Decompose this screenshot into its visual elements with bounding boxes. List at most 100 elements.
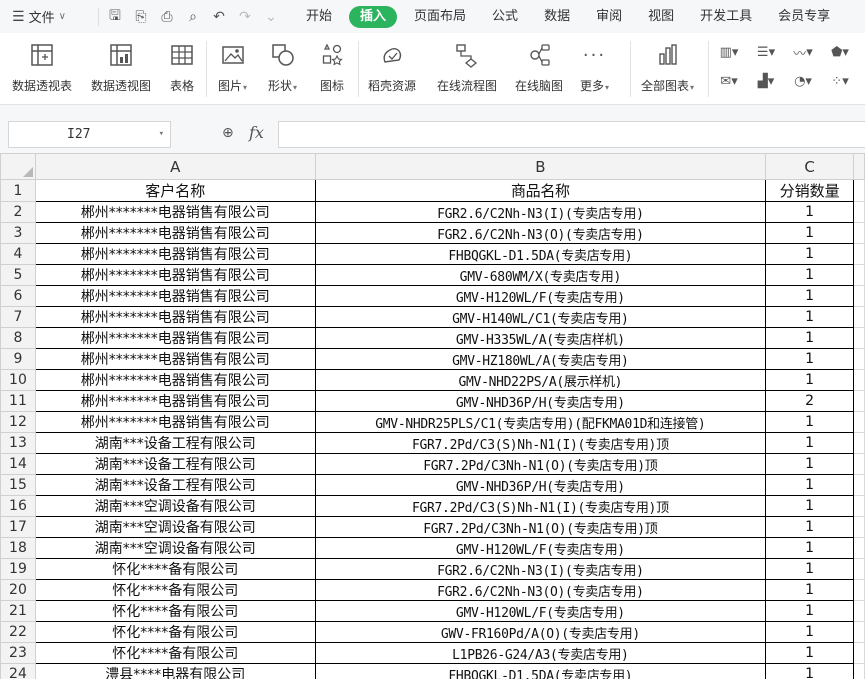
name-box[interactable]: I27 ▾ (8, 121, 171, 148)
icon-button[interactable]: 图标 (318, 41, 346, 94)
column-chart-icon[interactable]: ▥ ▾ (714, 42, 744, 62)
cell-product-name[interactable]: GMV-680WM/X(专卖店专用) (314, 264, 767, 286)
row-header[interactable]: 6 (0, 285, 36, 307)
cell-empty[interactable] (853, 453, 865, 475)
cell-customer-name[interactable]: 湖南***空调设备有限公司 (34, 495, 316, 517)
cell-customer-name[interactable]: 郴州*******电器销售有限公司 (34, 285, 316, 307)
row-header[interactable]: 15 (0, 474, 36, 496)
more-button[interactable]: ··· 更多▾ (580, 41, 609, 94)
zoom-search-icon[interactable]: ⊕ (222, 125, 234, 141)
cell-customer-name[interactable]: 郴州*******电器销售有限公司 (34, 369, 316, 391)
cell-customer-name[interactable]: 怀化****备有限公司 (34, 600, 316, 622)
row-header[interactable]: 5 (0, 264, 36, 286)
radar-chart-icon[interactable]: ⬟ ▾ (825, 42, 855, 62)
row-header[interactable]: 12 (0, 411, 36, 433)
cell-quantity[interactable]: 1 (765, 264, 855, 286)
cell-empty[interactable] (853, 285, 865, 307)
table-button[interactable]: 表格 (168, 41, 196, 94)
row-header[interactable]: 1 (0, 179, 36, 202)
customize-toolbar-icon[interactable]: ⌄ (263, 9, 279, 25)
row-header[interactable]: 3 (0, 222, 36, 244)
cell-quantity[interactable]: 1 (765, 201, 855, 223)
row-header[interactable]: 21 (0, 600, 36, 622)
line-chart-icon[interactable]: 〰 ▾ (788, 42, 818, 62)
cell-customer-name[interactable]: 郴州*******电器销售有限公司 (34, 243, 316, 265)
cell-empty[interactable] (853, 390, 865, 412)
cell-customer-name[interactable]: 郴州*******电器销售有限公司 (34, 327, 316, 349)
cell-empty[interactable] (853, 663, 865, 679)
print-icon[interactable]: ⎙ (159, 9, 175, 25)
cell-product-name[interactable]: FHBQGKL-D1.5DA(专卖店专用) (314, 663, 767, 679)
cell-customer-name[interactable]: 怀化****备有限公司 (34, 642, 316, 664)
cell-empty[interactable] (853, 621, 865, 643)
row-header[interactable]: 18 (0, 537, 36, 559)
cell-product-name[interactable]: GMV-H335WL/A(专卖店样机) (314, 327, 767, 349)
column-header-b[interactable]: B (314, 153, 767, 180)
cell-quantity[interactable]: 1 (765, 621, 855, 643)
cell-quantity[interactable]: 1 (765, 411, 855, 433)
row-header[interactable]: 24 (0, 663, 36, 679)
row-header[interactable]: 23 (0, 642, 36, 664)
cell-quantity[interactable]: 1 (765, 369, 855, 391)
cell-empty[interactable] (853, 243, 865, 265)
pivot-table-button[interactable]: 数据透视表 (12, 41, 72, 94)
area-chart-icon[interactable]: ✉ ▾ (714, 71, 744, 91)
redo-icon[interactable]: ↷ (237, 9, 253, 25)
row-header[interactable]: 10 (0, 369, 36, 391)
cell-customer-name[interactable]: 郴州*******电器销售有限公司 (34, 222, 316, 244)
row-header[interactable]: 14 (0, 453, 36, 475)
cell-product-name[interactable]: FGR2.6/C2Nh-N3(I)(专卖店专用) (314, 558, 767, 580)
row-header[interactable]: 19 (0, 558, 36, 580)
cell-quantity[interactable]: 1 (765, 327, 855, 349)
cell-quantity[interactable]: 1 (765, 516, 855, 538)
cell-empty[interactable] (853, 201, 865, 223)
cell-product-name[interactable]: FGR7.2Pd/C3Nh-N1(O)(专卖店专用)顶 (314, 453, 767, 475)
cell-empty[interactable] (853, 179, 865, 202)
resources-button[interactable]: 稻壳资源 (368, 41, 416, 94)
cell-empty[interactable] (853, 327, 865, 349)
chevron-down-icon[interactable]: ▾ (159, 122, 164, 147)
cell-customer-name[interactable]: 郴州*******电器销售有限公司 (34, 411, 316, 433)
cell-customer-name[interactable]: 湖南***空调设备有限公司 (34, 516, 316, 538)
row-header[interactable]: 22 (0, 621, 36, 643)
cell-quantity[interactable]: 2 (765, 390, 855, 412)
cell-empty[interactable] (853, 516, 865, 538)
row-header[interactable]: 20 (0, 579, 36, 601)
cell-customer-name[interactable]: 湖南***设备工程有限公司 (34, 432, 316, 454)
cell-customer-name[interactable]: 郴州*******电器销售有限公司 (34, 348, 316, 370)
cell-customer-name[interactable]: 湖南***设备工程有限公司 (34, 474, 316, 496)
row-header[interactable]: 17 (0, 516, 36, 538)
cell-product-name[interactable]: L1PB26-G24/A3(专卖店专用) (314, 642, 767, 664)
cell-quantity[interactable]: 1 (765, 579, 855, 601)
cell-product-name[interactable]: FGR2.6/C2Nh-N3(O)(专卖店专用) (314, 222, 767, 244)
picture-button[interactable]: 图片▾ (218, 41, 247, 94)
stock-chart-icon[interactable]: ▟ ▾ (751, 71, 781, 91)
cell-customer-name[interactable]: 怀化****备有限公司 (34, 579, 316, 601)
cell-customer-name[interactable]: 怀化****备有限公司 (34, 621, 316, 643)
tab-insert[interactable]: 插入 (349, 5, 398, 28)
row-header[interactable]: 7 (0, 306, 36, 328)
file-menu[interactable]: ☰ 文件 ∨ (0, 7, 92, 27)
tab-home[interactable]: 开始 (293, 0, 345, 33)
cell-customer-name[interactable]: 郴州*******电器销售有限公司 (34, 201, 316, 223)
cell-quantity[interactable]: 分销数量 (765, 179, 855, 202)
tab-view[interactable]: 视图 (635, 0, 687, 33)
cell-quantity[interactable]: 1 (765, 558, 855, 580)
all-charts-button[interactable]: 全部图表▾ (641, 41, 694, 94)
cell-product-name[interactable]: 商品名称 (314, 179, 767, 202)
cell-empty[interactable] (853, 474, 865, 496)
tab-developer[interactable]: 开发工具 (687, 0, 765, 33)
formula-input[interactable] (278, 121, 865, 148)
export-pdf-icon[interactable]: ⎘ (133, 9, 149, 25)
cell-empty[interactable] (853, 537, 865, 559)
cell-quantity[interactable]: 1 (765, 306, 855, 328)
tab-data[interactable]: 数据 (531, 0, 583, 33)
cell-empty[interactable] (853, 264, 865, 286)
cell-customer-name[interactable]: 郴州*******电器销售有限公司 (34, 306, 316, 328)
cell-product-name[interactable]: GMV-NHD22PS/A(展示样机) (314, 369, 767, 391)
column-header-d[interactable] (853, 153, 865, 180)
flowchart-button[interactable]: 在线流程图 (437, 41, 497, 94)
cell-quantity[interactable]: 1 (765, 474, 855, 496)
cell-product-name[interactable]: GMV-NHD36P/H(专卖店专用) (314, 474, 767, 496)
tab-page-layout[interactable]: 页面布局 (401, 0, 479, 33)
